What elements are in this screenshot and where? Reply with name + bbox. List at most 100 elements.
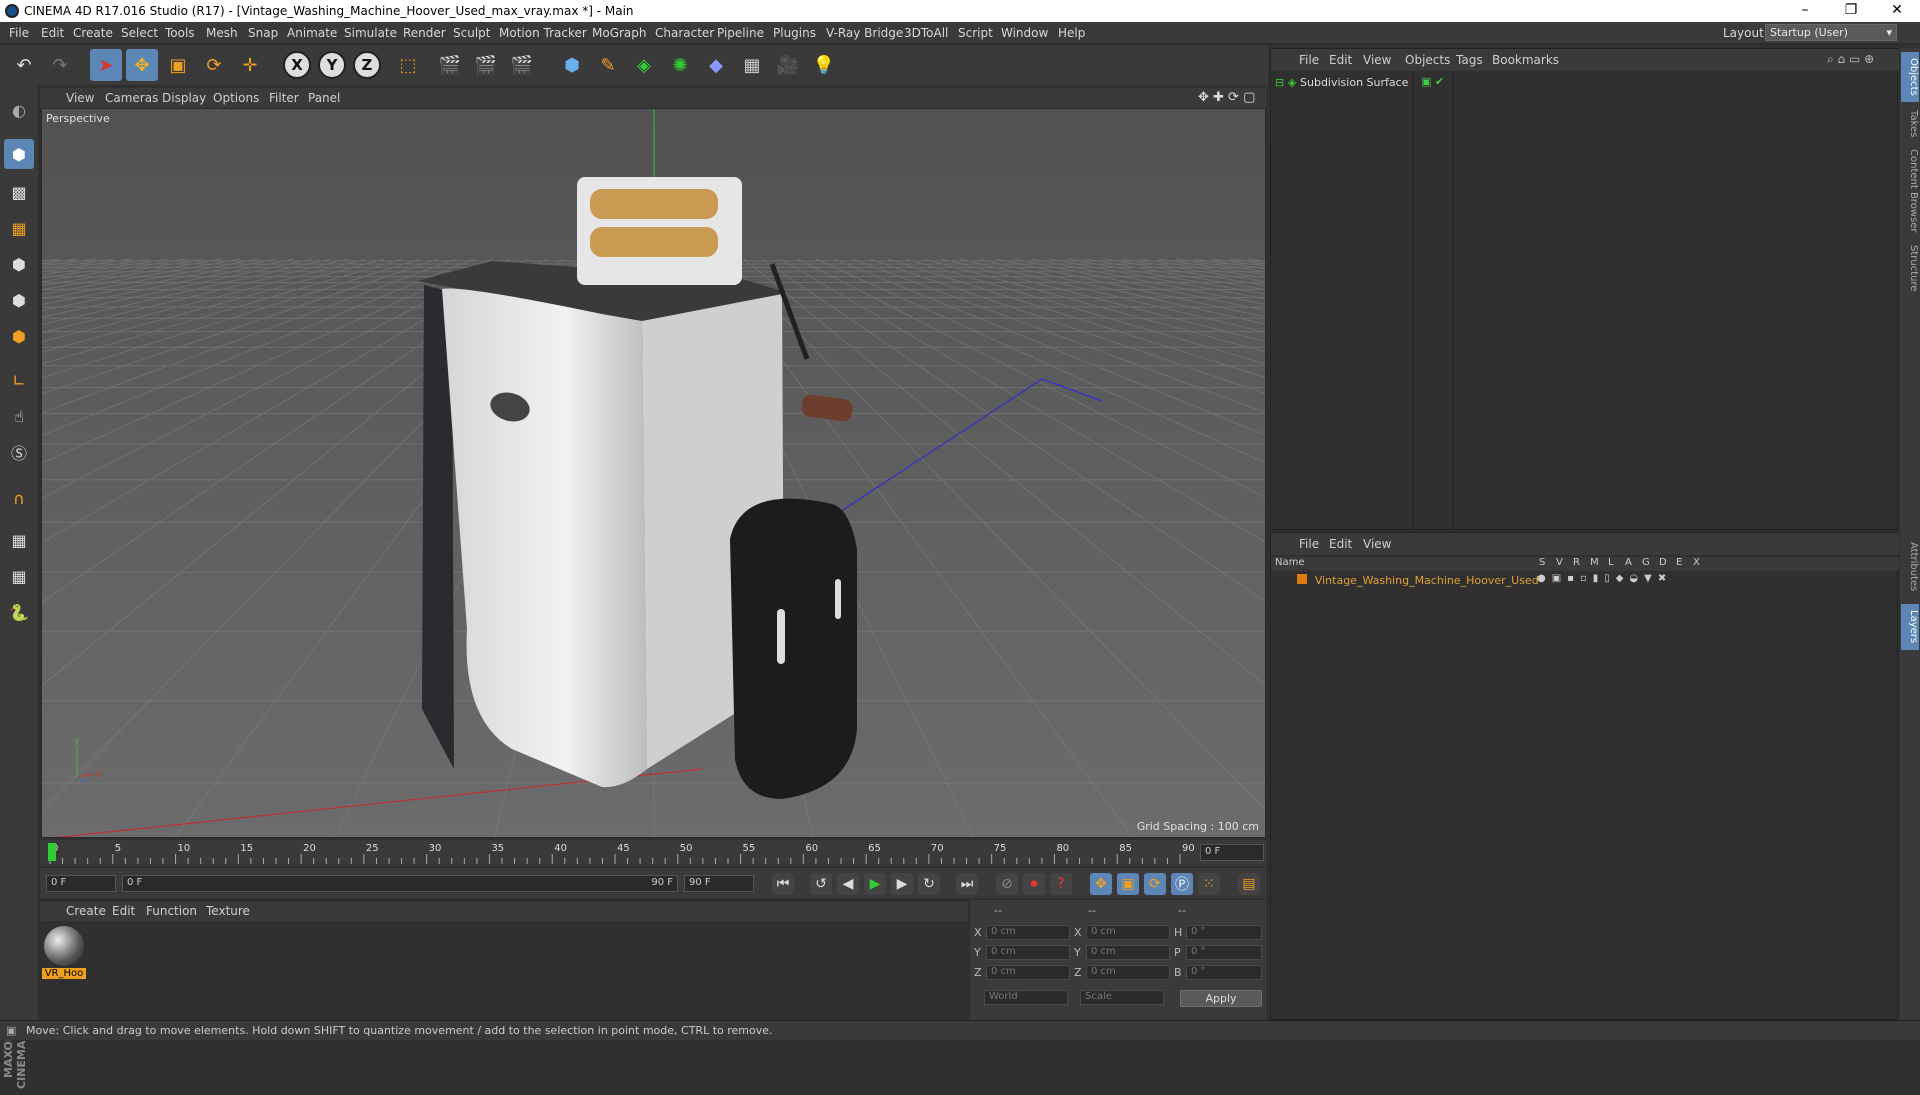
menu-sculpt[interactable]: Sculpt [453, 26, 490, 40]
z-axis-lock-icon[interactable]: Z [353, 51, 381, 79]
subdivision-surface-icon[interactable]: ◈ [628, 49, 660, 81]
play-icon[interactable]: ▶ [864, 873, 886, 895]
size-x-field[interactable]: 0 cm [1086, 925, 1170, 940]
frame-range-slider[interactable]: 0 F 90 F [122, 875, 678, 892]
tab-objects[interactable]: Objects [1901, 52, 1919, 102]
snapping-icon[interactable]: Ⓢ [4, 437, 34, 467]
layer-color-swatch[interactable] [1297, 574, 1307, 584]
next-key-icon[interactable]: ↻ [918, 873, 940, 895]
layer-menu-edit[interactable]: Edit [1329, 537, 1352, 551]
close-button[interactable]: ✕ [1874, 0, 1920, 22]
array-icon[interactable]: ✺ [664, 49, 696, 81]
redo-icon[interactable]: ↷ [44, 49, 76, 81]
timeline-layout-icon[interactable]: ▤ [1238, 873, 1260, 895]
tab-structure[interactable]: Structure [1901, 240, 1919, 296]
key-position-icon[interactable]: ✥ [1090, 873, 1112, 895]
menu-window[interactable]: Window [1001, 26, 1048, 40]
menu-character[interactable]: Character [655, 26, 714, 40]
layer-menu-file[interactable]: File [1299, 537, 1319, 551]
y-axis-lock-icon[interactable]: Y [318, 51, 346, 79]
position-z-field[interactable]: 0 cm [986, 965, 1070, 980]
size-mode-select[interactable]: Scale [1080, 990, 1164, 1005]
render-view-icon[interactable]: 🎬 [434, 49, 466, 81]
timeline-playhead[interactable] [48, 843, 56, 861]
points-mode-icon[interactable]: ⬢ [4, 249, 34, 279]
size-z-field[interactable]: 0 cm [1086, 965, 1170, 980]
rotate-tool-icon[interactable]: ⟳ [198, 49, 230, 81]
rotation-b-field[interactable]: 0 ° [1186, 965, 1262, 980]
end-frame-field[interactable]: 90 F [684, 875, 754, 892]
viewport-menu-display[interactable]: Display [162, 91, 206, 105]
menu-edit[interactable]: Edit [41, 26, 64, 40]
object-menu-objects[interactable]: Objects [1405, 53, 1450, 67]
viewport-menu-cameras[interactable]: Cameras [105, 91, 158, 105]
viewport-menu-panel[interactable]: Panel [308, 91, 340, 105]
menu-file[interactable]: File [9, 26, 29, 40]
visibility-check-icon[interactable]: ▣ ✔ [1421, 75, 1444, 88]
menu-mesh[interactable]: Mesh [206, 26, 238, 40]
axis-mode-icon[interactable]: ∟ [4, 365, 34, 395]
recent-tool-icon[interactable]: ✛ [234, 49, 266, 81]
tab-content-browser[interactable]: Content Browser [1901, 146, 1919, 236]
material-menu-edit[interactable]: Edit [112, 904, 135, 918]
object-menu-view[interactable]: View [1363, 53, 1391, 67]
workplane-lock-icon[interactable]: ▦ [4, 525, 34, 555]
viewport-menu-view[interactable]: View [66, 91, 94, 105]
object-menu-edit[interactable]: Edit [1329, 53, 1352, 67]
scale-tool-icon[interactable]: ▣ [162, 49, 194, 81]
autokey-icon[interactable]: ? [1050, 873, 1072, 895]
tab-attributes[interactable]: Attributes [1901, 534, 1919, 600]
apply-button[interactable]: Apply [1180, 990, 1262, 1007]
material-swatch[interactable]: VR_Hoo [42, 926, 86, 982]
timeline-ruler[interactable]: 051015202530354045505560657075808590 0 F [40, 840, 1266, 866]
viewport-menu-filter[interactable]: Filter [269, 91, 299, 105]
coordinate-system-icon[interactable]: ⬚ [392, 49, 424, 81]
key-parameter-icon[interactable]: Ⓟ [1171, 873, 1193, 895]
previous-frame-icon[interactable]: ◀ [837, 873, 859, 895]
object-menu-bookmarks[interactable]: Bookmarks [1492, 53, 1559, 67]
move-tool-icon[interactable]: ✥ [126, 49, 158, 81]
menu-plugins[interactable]: Plugins [773, 26, 816, 40]
tweak-mode-icon[interactable]: ☝ [4, 401, 34, 431]
grid-snap-icon[interactable]: ▦ [4, 561, 34, 591]
spline-pen-icon[interactable]: ✎ [592, 49, 624, 81]
layout-select[interactable]: Startup (User) ▾ [1765, 24, 1897, 41]
material-menu-function[interactable]: Function [146, 904, 197, 918]
size-y-field[interactable]: 0 cm [1086, 945, 1170, 960]
layer-toggles-icon[interactable]: ●▣▪▫▮▯◆◒▼✖ [1537, 573, 1672, 584]
menu-render[interactable]: Render [403, 26, 446, 40]
previous-key-icon[interactable]: ↺ [810, 873, 832, 895]
menu-3dtoall[interactable]: 3DToAll [904, 26, 948, 40]
render-picture-viewer-icon[interactable]: 🎬 [470, 49, 502, 81]
minimize-button[interactable]: – [1782, 0, 1828, 22]
material-menu-texture[interactable]: Texture [206, 904, 250, 918]
floor-icon[interactable]: ▦ [736, 49, 768, 81]
menu-animate[interactable]: Animate [287, 26, 337, 40]
edges-mode-icon[interactable]: ⬢ [4, 285, 34, 315]
tree-item-subdivision-surface[interactable]: ⊟ ◈ Subdivision Surface ▣ ✔ [1275, 75, 1895, 91]
menu-snap[interactable]: Snap [248, 26, 278, 40]
menu-vray-bridge[interactable]: V-Ray Bridge [826, 26, 903, 40]
camera-icon[interactable]: 🎥 [772, 49, 804, 81]
current-frame-field[interactable]: 0 F [1200, 844, 1264, 861]
menu-help[interactable]: Help [1058, 26, 1085, 40]
menu-simulate[interactable]: Simulate [344, 26, 397, 40]
restore-button[interactable]: ❐ [1828, 0, 1874, 22]
record-disabled-icon[interactable]: ⊘ [996, 873, 1018, 895]
viewport-nav-icons[interactable]: ✥ ✚ ⟳ ▢ [1198, 90, 1255, 105]
render-settings-icon[interactable]: 🎬 [506, 49, 538, 81]
make-editable-icon[interactable]: ◐ [4, 95, 34, 125]
rotation-p-field[interactable]: 0 ° [1186, 945, 1262, 960]
key-rotation-icon[interactable]: ⟳ [1144, 873, 1166, 895]
menu-select[interactable]: Select [121, 26, 158, 40]
menu-create[interactable]: Create [73, 26, 113, 40]
menu-tools[interactable]: Tools [165, 26, 195, 40]
model-mode-icon[interactable]: ⬢ [4, 139, 34, 169]
polygons-mode-icon[interactable]: ⬢ [4, 321, 34, 351]
live-selection-icon[interactable]: ➤ [90, 49, 122, 81]
key-pla-icon[interactable]: ⁙ [1198, 873, 1220, 895]
tab-takes[interactable]: Takes [1901, 106, 1919, 142]
search-icon[interactable]: ⌕ ⌂ ▭ ⊕ [1827, 52, 1874, 67]
next-frame-icon[interactable]: ▶ [891, 873, 913, 895]
magnet-icon[interactable]: ∩ [4, 483, 34, 513]
